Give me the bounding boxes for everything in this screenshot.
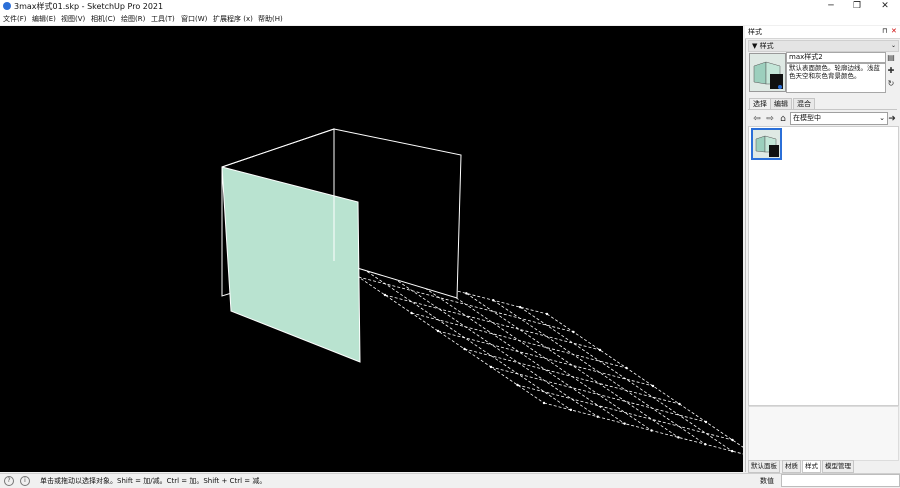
- style-description-field[interactable]: 默认表面颜色。轮廓边线。浅蓝色天空和灰色背景颜色。: [786, 63, 886, 93]
- status-message: 单击或拖动以选择对象。Shift = 加/减。Ctrl = 加。Shift + …: [40, 477, 267, 485]
- grid-vertex: [436, 329, 440, 333]
- grid-vertex: [489, 365, 493, 369]
- collection-value: 在模型中: [793, 114, 821, 122]
- style-name-field[interactable]: max样式2: [786, 52, 886, 63]
- grid-vertex: [730, 449, 734, 453]
- menu-view[interactable]: 视图(V): [61, 14, 85, 24]
- detail-icon[interactable]: ➜: [887, 114, 897, 124]
- chevron-down-icon: ⌄: [890, 42, 896, 49]
- tray-tab-outliner[interactable]: 模型管理: [822, 460, 854, 473]
- grid-line-v: [412, 279, 625, 424]
- back-icon[interactable]: ⇦: [752, 114, 762, 124]
- grid-vertex: [542, 401, 546, 405]
- grid-line-u: [543, 402, 743, 455]
- chevron-down-icon: ⌄: [879, 114, 885, 122]
- grid-vertex: [596, 415, 599, 418]
- ground-grid: [331, 258, 743, 455]
- grid-line-v: [466, 293, 679, 438]
- ground-grid-vertices: [330, 257, 734, 453]
- grid-vertex: [625, 366, 628, 370]
- grid-vertex: [704, 443, 707, 446]
- style-list: [748, 126, 899, 406]
- grid-line-u: [464, 348, 680, 405]
- grid-vertex: [410, 311, 413, 315]
- grid-line-u: [490, 366, 707, 423]
- update-style-icon[interactable]: ▤: [886, 53, 896, 62]
- tray-tab-styles[interactable]: 样式: [802, 460, 821, 473]
- tray-title: 样式: [748, 28, 762, 36]
- style-list-item[interactable]: [751, 128, 782, 160]
- menu-draw[interactable]: 绘图(R): [121, 14, 145, 24]
- style-collection-select[interactable]: 在模型中 ⌄: [790, 112, 888, 125]
- grid-line-v: [519, 306, 733, 452]
- minimize-icon[interactable]: ─: [818, 0, 844, 13]
- tray-header: [745, 26, 900, 39]
- menu-extensions[interactable]: 扩展程序 (x): [213, 14, 253, 24]
- grid-vertex: [623, 422, 626, 425]
- grid-vertex: [545, 312, 549, 316]
- grid-vertex: [465, 292, 468, 295]
- grid-vertex: [569, 408, 573, 412]
- panel-close-icon[interactable]: ✕: [891, 27, 897, 35]
- grid-vertex: [651, 384, 655, 388]
- menu-edit[interactable]: 编辑(E): [32, 14, 56, 24]
- close-icon[interactable]: ✕: [872, 0, 898, 13]
- scene-drawing: [221, 128, 743, 455]
- create-style-icon[interactable]: ✚: [886, 66, 896, 75]
- pin-icon[interactable]: ⊓: [882, 27, 887, 35]
- measurements-label: 数值: [760, 477, 774, 485]
- grid-line-u: [384, 294, 601, 351]
- tray-empty-area: [748, 406, 899, 461]
- grid-line-u: [517, 384, 733, 441]
- grid-vertex: [704, 420, 708, 424]
- section-title: ▼ 样式: [752, 42, 774, 50]
- grid-line-v: [546, 313, 743, 448]
- grid-vertex: [598, 348, 602, 352]
- tray-tab-materials[interactable]: 材质: [782, 460, 801, 473]
- forward-icon[interactable]: ⇨: [765, 114, 775, 124]
- tab-divider: [748, 109, 897, 110]
- menu-help[interactable]: 帮助(H): [258, 14, 283, 24]
- grid-vertex: [463, 347, 466, 351]
- grid-vertex: [678, 402, 681, 406]
- grid-vertex: [731, 438, 734, 442]
- grid-vertex: [650, 429, 653, 432]
- modeling-viewport[interactable]: [0, 26, 743, 472]
- grid-line-u: [437, 330, 654, 387]
- menu-tools[interactable]: 工具(T): [151, 14, 175, 24]
- grid-vertex: [383, 293, 387, 297]
- grid-vertex: [516, 383, 519, 387]
- menu-window[interactable]: 窗口(W): [181, 14, 207, 24]
- tray-tab-default[interactable]: 默认面板: [748, 460, 780, 473]
- grid-vertex: [572, 330, 575, 334]
- help-icon[interactable]: ?: [4, 476, 14, 486]
- window-title: 3max样式01.skp - SketchUp Pro 2021: [14, 2, 164, 11]
- menu-file[interactable]: 文件(F): [3, 14, 27, 24]
- maximize-icon[interactable]: ❐: [844, 0, 870, 13]
- info-icon[interactable]: i: [20, 476, 30, 486]
- home-icon[interactable]: ⌂: [778, 114, 788, 124]
- sketchup-app-icon: [3, 2, 11, 10]
- grid-vertex: [492, 299, 495, 302]
- grid-vertex: [677, 436, 680, 439]
- measurements-input[interactable]: [781, 474, 900, 487]
- styles-section-header[interactable]: ▼ 样式 ⌄: [748, 40, 899, 52]
- refresh-icon[interactable]: ↻: [886, 79, 896, 88]
- grid-vertex: [518, 305, 522, 309]
- menu-camera[interactable]: 相机(C): [91, 14, 115, 24]
- current-style-thumbnail: [749, 53, 786, 92]
